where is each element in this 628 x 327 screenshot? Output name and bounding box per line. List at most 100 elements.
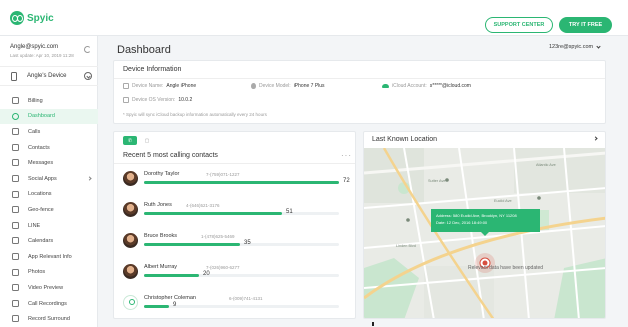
divider bbox=[114, 163, 355, 164]
device-name-value: Angle iPhone bbox=[166, 83, 197, 89]
list-item[interactable]: Albert Murray 7-(026)960-6277 20 bbox=[123, 264, 353, 292]
sidebar-item-calls[interactable]: Calls bbox=[0, 124, 98, 140]
device-info-card: Device Information Device Name: Angle iP… bbox=[113, 60, 606, 124]
sidebar-item-label: App Relevant Info bbox=[28, 253, 72, 260]
try-it-free-button[interactable]: TRY IT FREE bbox=[559, 17, 612, 33]
dashboard-icon bbox=[12, 112, 19, 120]
sidebar-item-app-relevant-info[interactable]: App Relevant Info bbox=[0, 249, 98, 265]
chevron-down-icon[interactable] bbox=[84, 72, 92, 80]
refresh-icon[interactable] bbox=[84, 46, 91, 53]
contact-name: Christopher Coleman bbox=[144, 295, 196, 301]
logo-text: Spyic bbox=[27, 12, 54, 24]
sidebar-item-video-preview[interactable]: Video Preview bbox=[0, 280, 98, 296]
call-count: 35 bbox=[244, 240, 251, 246]
street-label: Euclid Ave bbox=[494, 199, 512, 203]
line-icon bbox=[12, 221, 19, 229]
calls-tab[interactable]: ✆ bbox=[123, 136, 137, 145]
last-update: Last update: Apr 10, 2019 11:28 bbox=[10, 53, 74, 58]
map-update-note: Relevant data have been updated bbox=[468, 265, 544, 271]
contact-phone: 1-(478)625-5469 bbox=[201, 234, 235, 239]
sidebar-item-label: Billing bbox=[28, 97, 43, 104]
os-version-field: Device OS Version: 10.0.2 bbox=[123, 97, 192, 103]
call-count-track bbox=[144, 274, 339, 277]
chevron-right-icon[interactable] bbox=[593, 136, 598, 141]
contact-name: Albert Murray bbox=[144, 264, 178, 270]
default-avatar-icon bbox=[123, 295, 138, 310]
sidebar-item-label: Video Preview bbox=[28, 284, 64, 291]
last-known-location-card: Last Known Location Address: 580 Euclid … bbox=[363, 131, 606, 319]
geofence-icon bbox=[12, 206, 19, 214]
divider bbox=[114, 78, 605, 79]
contact-phone: 7-(759)071-1227 bbox=[206, 172, 240, 177]
billing-icon bbox=[12, 97, 19, 104]
street-label: Sutter Ave bbox=[428, 179, 446, 183]
sidebar-item-label: Call Recordings bbox=[28, 300, 67, 307]
sidebar-item-call-recordings[interactable]: Call Recordings bbox=[0, 296, 98, 312]
device-info-title: Device Information bbox=[123, 66, 182, 73]
location-icon bbox=[12, 190, 19, 198]
call-count: 72 bbox=[343, 178, 350, 184]
contact-name: Bruce Brooks bbox=[144, 233, 178, 239]
call-count-bar bbox=[144, 181, 339, 184]
sidebar-item-locations[interactable]: Locations bbox=[0, 187, 98, 203]
sync-note: * Spyic will sync iCloud backup informat… bbox=[123, 112, 267, 117]
more-options-icon[interactable]: ··· bbox=[341, 151, 352, 160]
call-count-bar bbox=[144, 305, 169, 308]
chevron-right-icon bbox=[87, 176, 92, 181]
sidebar-item-label: LINE bbox=[28, 222, 41, 229]
contact-phone: 6-(009)741-4131 bbox=[229, 296, 263, 301]
sidebar: Angle@spyic.com Last update: Apr 10, 201… bbox=[0, 36, 98, 327]
device-model-label: Device Model: bbox=[259, 83, 291, 89]
list-item[interactable]: Bruce Brooks 1-(478)625-5469 35 bbox=[123, 233, 353, 261]
phone-icon bbox=[12, 128, 19, 136]
sidebar-item-label: Social Apps bbox=[28, 175, 57, 182]
sidebar-item-record-surround[interactable]: Record Surround bbox=[0, 311, 98, 327]
sidebar-item-contacts[interactable]: Contacts bbox=[0, 140, 98, 156]
top-bar: Spyic SUPPORT CENTER TRY IT FREE bbox=[0, 0, 628, 36]
sidebar-item-photos[interactable]: Photos bbox=[0, 265, 98, 281]
phone-device-icon bbox=[11, 72, 17, 81]
sidebar-item-label: Locations bbox=[28, 191, 52, 198]
sidebar-item-label: Calls bbox=[28, 128, 41, 135]
device-name: Angle's Device bbox=[27, 73, 67, 79]
device-selector[interactable]: Angle's Device bbox=[0, 66, 98, 86]
list-item[interactable]: Ruth Jones 4-(646)521-3176 51 bbox=[123, 202, 353, 230]
calls-card-title: Recent 5 most calling contacts bbox=[123, 152, 218, 159]
cloud-icon bbox=[382, 84, 389, 88]
device-name-field: Device Name: Angle iPhone bbox=[123, 83, 196, 89]
call-count-track bbox=[144, 212, 339, 215]
sidebar-item-social-apps[interactable]: Social Apps bbox=[0, 171, 98, 187]
location-popup: Address: 580 Euclid Ave, Brooklyn, NY 11… bbox=[431, 209, 540, 236]
user-menu[interactable]: 123re@spyic.com bbox=[549, 43, 601, 50]
sidebar-item-dashboard[interactable]: Dashboard bbox=[0, 108, 98, 125]
support-center-button[interactable]: SUPPORT CENTER bbox=[485, 17, 553, 33]
avatar bbox=[123, 202, 138, 217]
sidebar-item-line[interactable]: LINE bbox=[0, 218, 98, 234]
call-count-track bbox=[144, 181, 339, 184]
sidebar-item-geo-fence[interactable]: Geo-fence bbox=[0, 202, 98, 218]
icloud-value: s*****@icloud.com bbox=[429, 83, 471, 89]
call-count: 9 bbox=[173, 302, 177, 308]
sidebar-item-calendars[interactable]: Calendars bbox=[0, 233, 98, 249]
sidebar-item-messages[interactable]: Messages bbox=[0, 155, 98, 171]
chevron-down-icon bbox=[596, 43, 601, 49]
logo[interactable]: Spyic bbox=[10, 11, 54, 25]
call-count-bar bbox=[144, 274, 199, 277]
message-icon: ▢ bbox=[144, 137, 150, 144]
phone-icon: ✆ bbox=[127, 137, 133, 144]
calling-contacts-card: ✆ ▢ Recent 5 most calling contacts ··· D… bbox=[113, 131, 356, 319]
sidebar-item-billing[interactable]: Billing bbox=[0, 93, 98, 109]
os-version-value: 10.0.2 bbox=[178, 97, 193, 103]
messages-tab[interactable]: ▢ bbox=[140, 136, 154, 145]
mouse-cursor bbox=[372, 322, 374, 326]
icloud-label: iCloud Account: bbox=[392, 83, 427, 89]
list-item[interactable]: Dorothy Taylor 7-(759)071-1227 72 bbox=[123, 171, 353, 199]
app-info-icon bbox=[12, 252, 19, 260]
apple-icon bbox=[251, 83, 256, 89]
call-count-bar bbox=[144, 243, 240, 246]
device-name-label: Device Name: bbox=[132, 83, 164, 89]
os-icon bbox=[123, 97, 129, 103]
list-item[interactable]: Christopher Coleman 6-(009)741-4131 9 bbox=[123, 295, 353, 323]
avatar bbox=[123, 171, 138, 186]
sidebar-item-label: Record Surround bbox=[28, 316, 70, 323]
